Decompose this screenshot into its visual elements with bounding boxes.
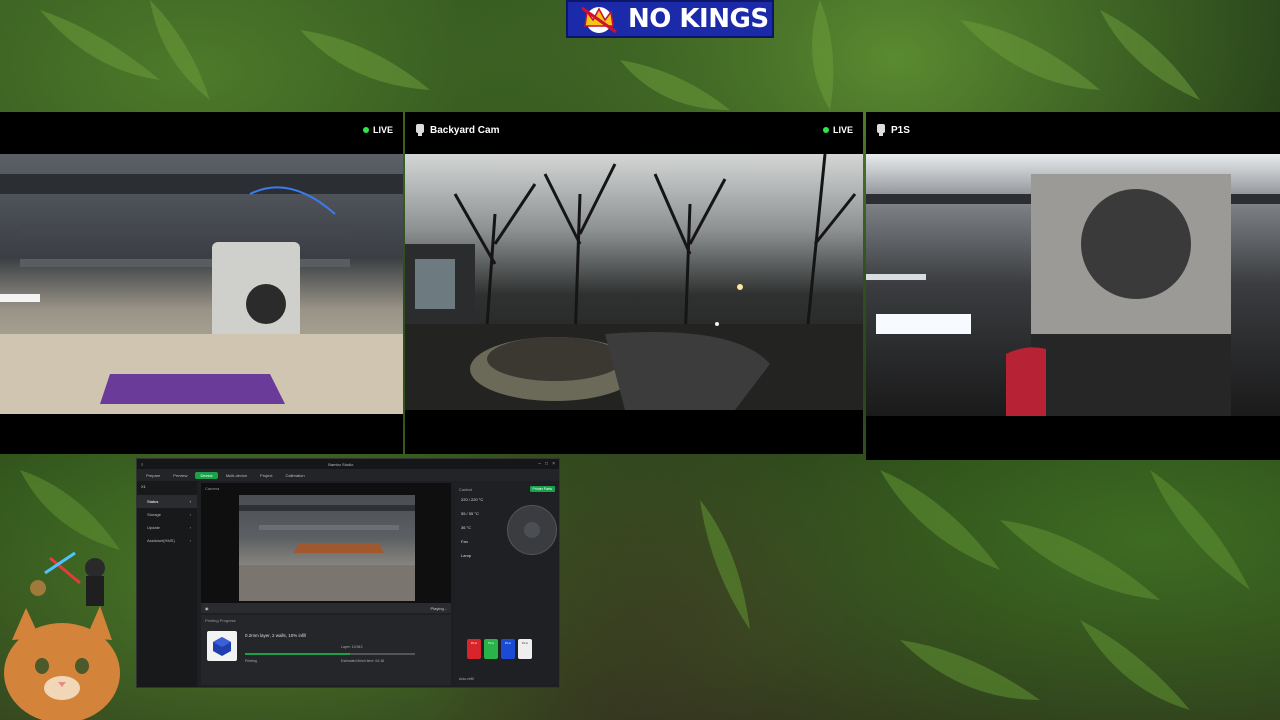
camera-label: Backyard Cam [430,124,500,136]
camera-feed-backyard [405,154,863,410]
chevron-right-icon: › [189,525,191,530]
camera-icon [877,124,885,136]
lamp-label[interactable]: Lamp [455,551,559,565]
tab-device[interactable]: Device [195,471,218,479]
progress-header: Printing Progress [205,618,236,623]
tab-preview[interactable]: Preview [168,472,192,479]
backyard-scene [405,154,863,410]
printing-state: Printing [245,659,257,663]
ams-slot-1[interactable]: PLA [467,639,481,659]
no-kings-banner: NO KINGS [566,0,774,38]
camera-name-group: Backyard Cam [415,124,499,136]
sidebar-item-update[interactable]: Update › [137,521,197,534]
camera-tile-printer[interactable]: LIVE [0,112,403,454]
tab-multi-device[interactable]: Multi-device [221,472,252,479]
studio-titlebar: ≡ Bambu Studio – □ × [137,459,559,469]
eta-readout: Estimated finish time: 04:18 [341,659,384,663]
printer-parts-button[interactable]: Printer Parts [529,486,555,492]
camera-name-group: P1S [876,124,910,136]
camera-feed-p1s [866,154,1280,416]
tab-project[interactable]: Project [255,472,277,479]
camera-header: Backyard Cam LIVE [405,112,863,148]
studio-camera-panel: Camera [201,483,451,603]
p1s-scene [866,174,1280,416]
job-description: 0.2mm layer, 2 walls, 10% infill [245,633,307,638]
sidebar-item-assistant[interactable]: Assistant(HMS) › [137,534,197,547]
control-label: Control [459,486,472,492]
crown-icon [581,6,617,34]
printer-scene [0,174,403,414]
camera-tile-backyard[interactable]: Backyard Cam LIVE [405,112,863,454]
playing-status: Playing... [430,605,447,611]
banner-text: NO KINGS [628,4,769,34]
cube-icon [213,637,231,656]
ams-slot-2[interactable]: PLA [484,639,498,659]
auto-refill-label[interactable]: Auto-refill [459,677,474,681]
camera-header: P1S [866,112,1280,148]
maximize-icon[interactable]: □ [545,461,548,467]
live-dot-icon [362,127,369,133]
sidebar-item-label: Update [147,525,160,530]
model-thumbnail [207,631,237,661]
ams-slot-4[interactable]: PLA [518,639,532,659]
window-controls: – □ × [538,461,555,467]
axis-joystick[interactable] [507,505,557,555]
studio-camera-feed [239,495,415,601]
printing-progress-panel: Printing Progress 0.2mm layer, 2 walls, … [201,615,451,685]
tab-calibration[interactable]: Calibration [281,472,310,479]
minimize-icon[interactable]: – [538,461,541,467]
live-badge: LIVE [362,125,393,135]
sidebar-item-status[interactable]: Status › [137,495,197,508]
ams-slots: PLA PLA PLA PLA [467,639,532,659]
control-header: Control Printer Parts [455,483,559,495]
close-icon[interactable]: × [552,461,555,467]
live-dot-icon [822,127,829,133]
live-badge: LIVE [822,125,853,135]
sidebar-item-label: Storage [147,512,162,517]
studio-tabs: Prepare Preview Device Multi-device Proj… [137,469,559,481]
camera-header: LIVE [0,112,403,148]
progress-fill [245,653,351,655]
studio-title: Bambu Studio [328,461,354,467]
chevron-right-icon: › [189,512,191,517]
camera-icon [416,124,424,136]
layer-readout: Layer: 10/343 [341,645,363,649]
printer-control-panel: Control Printer Parts 220 / 220 °C 55 / … [455,483,559,685]
progress-bar [245,653,415,655]
camera-tile-p1s[interactable]: P1S [866,112,1280,460]
menu-icon[interactable]: ≡ [141,462,143,467]
sidebar-item-storage[interactable]: Storage › [137,508,197,521]
live-label: LIVE [372,125,393,135]
chevron-right-icon: › [189,499,191,504]
record-icon[interactable]: ◉ [205,606,209,611]
sidebar-item-label: Assistant(HMS) [147,538,175,543]
sidebar-item-label: Status [147,499,159,504]
cat-mascot-overlay [4,551,120,720]
camera-feed-printer [0,154,403,414]
ams-slot-3[interactable]: PLA [501,639,515,659]
bambu-studio-window[interactable]: ≡ Bambu Studio – □ × Prepare Preview Dev… [136,458,560,688]
camera-label: P1S [891,124,910,136]
camera-panel-label: Camera [205,486,220,491]
chevron-right-icon: › [189,538,191,543]
playback-bar: ◉ Playing... [201,603,451,613]
live-label: LIVE [832,125,853,135]
studio-sidebar: X1 Status › Storage › Update › Assistant(HM… [137,481,197,687]
device-selector[interactable]: X1 [141,484,146,489]
stream-canvas: NO KINGS LIVE Backyard Cam LIVE P1S ≡ Ba… [0,0,1280,720]
tab-prepare[interactable]: Prepare [141,472,165,479]
mini-printer-scene [239,505,415,601]
